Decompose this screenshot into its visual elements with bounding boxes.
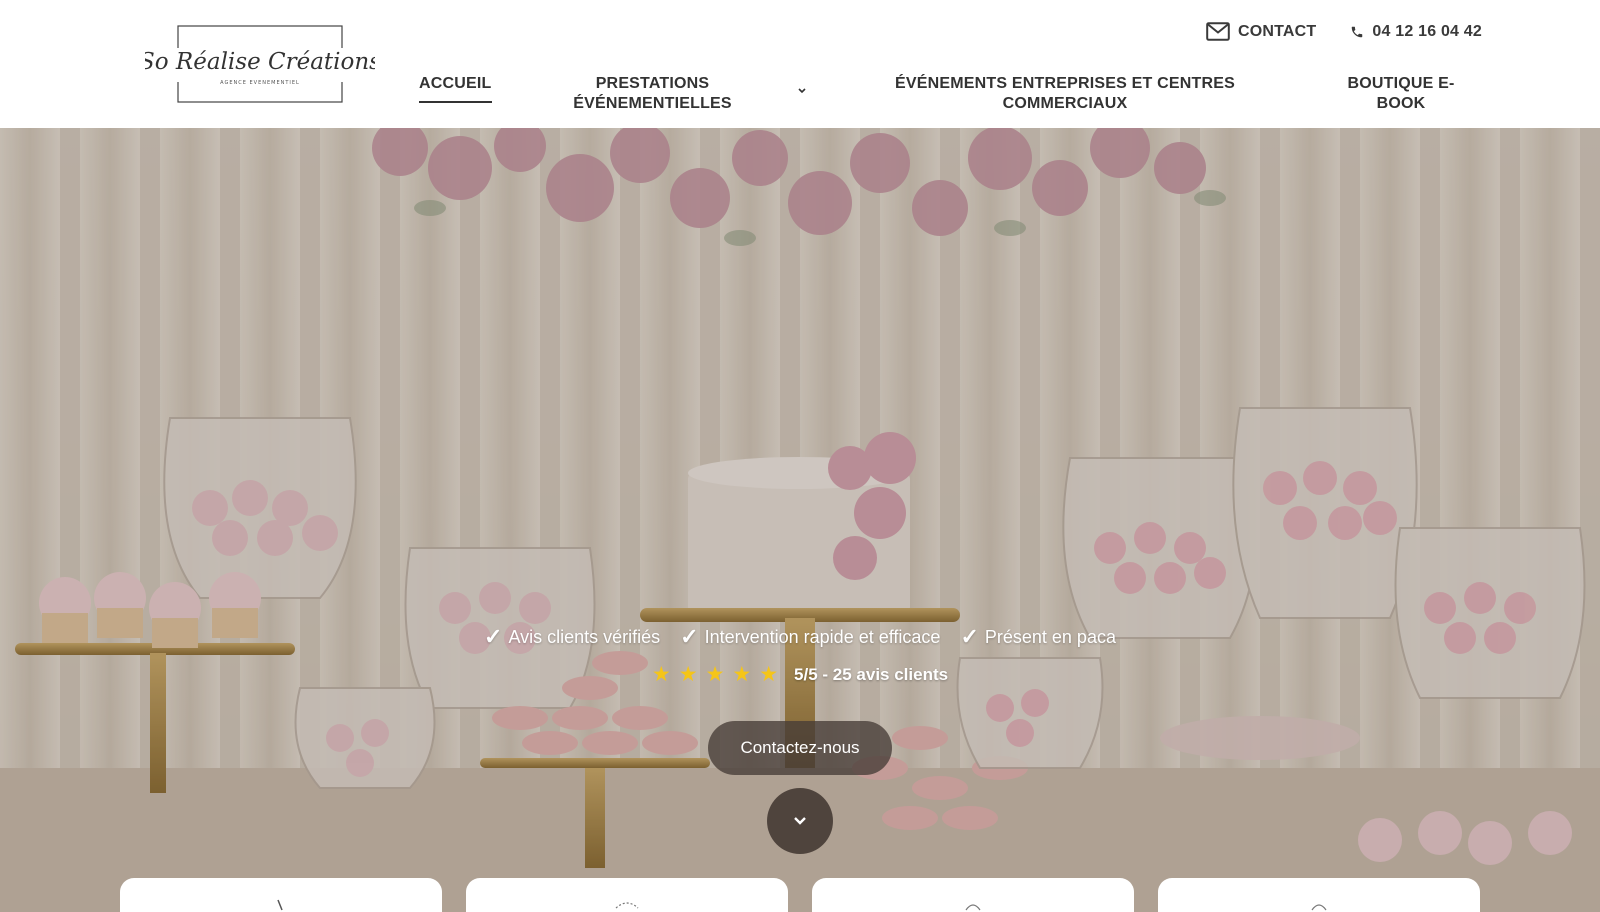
feature-item: ✓ Intervention rapide et efficace bbox=[680, 626, 940, 648]
star-icon: ★ bbox=[678, 663, 698, 686]
nav-item-evenements[interactable]: ÉVÉNEMENTS ENTREPRISES ET CENTRES COMMER… bbox=[885, 74, 1245, 114]
phone-link[interactable]: 04 12 16 04 42 bbox=[1350, 23, 1482, 41]
topbar: CONTACT 04 12 16 04 42 bbox=[1206, 22, 1482, 41]
nav-item-prestations[interactable]: PRESTATIONS ÉVÉNEMENTIELLES bbox=[565, 74, 740, 114]
feature-item: ✓ Présent en paca bbox=[960, 626, 1116, 648]
card-icon bbox=[965, 904, 981, 911]
rating-row: ★ ★ ★ ★ ★ 5/5 - 25 avis clients bbox=[0, 664, 1600, 685]
card-icon bbox=[1311, 904, 1327, 911]
service-cards bbox=[0, 878, 1600, 912]
check-icon: ✓ bbox=[680, 624, 699, 649]
feature-label: Intervention rapide et efficace bbox=[704, 626, 941, 647]
chevron-down-icon[interactable] bbox=[795, 84, 809, 98]
contact-link[interactable]: CONTACT bbox=[1206, 22, 1316, 41]
hero-section: ✓ Avis clients vérifiés ✓ Intervention r… bbox=[0, 128, 1600, 912]
check-icon: ✓ bbox=[484, 624, 503, 649]
phone-number: 04 12 16 04 42 bbox=[1372, 22, 1482, 40]
card-icon bbox=[615, 902, 639, 909]
feature-label: Présent en paca bbox=[984, 626, 1116, 647]
star-icon: ★ bbox=[732, 663, 752, 686]
hero-features: ✓ Avis clients vérifiés ✓ Intervention r… bbox=[0, 626, 1600, 648]
nav-item-accueil[interactable]: ACCUEIL bbox=[419, 74, 492, 103]
star-icon: ★ bbox=[651, 663, 671, 686]
nav-item-boutique[interactable]: BOUTIQUE E-BOOK bbox=[1335, 74, 1467, 114]
feature-item: ✓ Avis clients vérifiés bbox=[484, 626, 660, 648]
site-header: So Réalise Créations AGENCE EVENEMENTIEL… bbox=[0, 0, 1600, 128]
rating-text: 5/5 - 25 avis clients bbox=[794, 664, 949, 684]
mail-icon bbox=[1206, 22, 1230, 41]
feature-label: Avis clients vérifiés bbox=[508, 626, 661, 647]
scroll-down-button[interactable] bbox=[767, 788, 833, 854]
service-card[interactable] bbox=[812, 878, 1134, 912]
service-card[interactable] bbox=[120, 878, 442, 912]
service-card[interactable] bbox=[1158, 878, 1480, 912]
star-icon: ★ bbox=[759, 663, 779, 686]
phone-icon bbox=[1352, 26, 1363, 37]
star-icon: ★ bbox=[705, 663, 725, 686]
service-card[interactable] bbox=[466, 878, 788, 912]
card-icon bbox=[277, 899, 283, 911]
chevron-down-icon bbox=[794, 817, 806, 825]
contact-cta-button[interactable]: Contactez-nous bbox=[708, 721, 892, 775]
check-icon: ✓ bbox=[960, 624, 979, 649]
main-nav: ACCUEIL PRESTATIONS ÉVÉNEMENTIELLES ÉVÉN… bbox=[0, 72, 1600, 112]
contact-label: CONTACT bbox=[1237, 22, 1317, 40]
